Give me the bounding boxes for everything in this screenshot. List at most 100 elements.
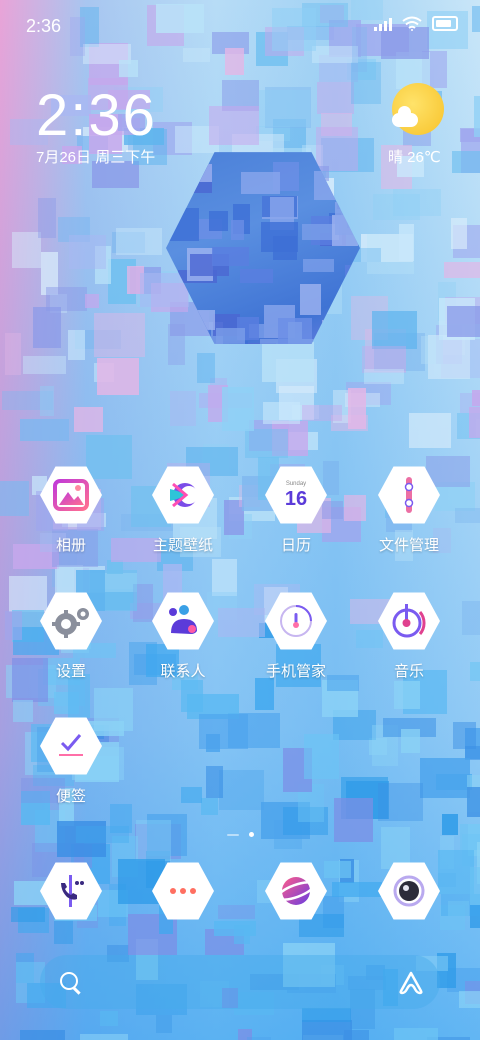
wallpaper-tile [33,307,61,348]
wallpaper-tile [119,60,138,77]
app-settings[interactable]: 设置 [16,590,126,681]
calendar-date: 16 [284,488,308,510]
app-label: 联系人 [160,663,206,680]
wallpaper-tile [234,925,250,944]
hexagon-tile [261,222,298,252]
security-icon [265,592,327,650]
wallpaper-tile [85,294,99,308]
wallpaper-tile [372,311,417,349]
notes-icon [40,717,102,775]
wallpaper-tile [40,386,54,416]
app-security[interactable]: 手机管家 [241,590,351,681]
app-notes[interactable]: 便签 [16,715,126,806]
wallpaper-tile [168,324,185,365]
wallpaper-tile [107,560,123,574]
app-label: 文件管理 [378,537,439,554]
wallpaper-tile [393,189,441,216]
wifi-icon [402,16,422,31]
app-label: 相册 [55,537,86,554]
wallpaper-tile [170,391,196,426]
wallpaper-tile [401,729,420,753]
app-calendar[interactable]: Sunday 16 日历 [241,464,351,555]
app-label: 主题壁纸 [152,537,213,554]
wallpaper-tile [12,232,41,268]
wallpaper-tile [219,770,264,810]
camera-icon [378,862,440,920]
wallpaper-tile [470,662,480,681]
dock-browser[interactable] [241,860,351,922]
contacts-icon [152,592,214,650]
app-label: 音乐 [393,663,424,680]
wallpaper-tile [201,798,218,815]
wallpaper-tile [100,1011,118,1026]
wallpaper-tile [399,224,414,261]
wallpaper-tile [20,419,69,441]
wallpaper-tile [317,82,354,114]
app-label: 手机管家 [265,663,326,680]
app-label: 日历 [280,537,311,554]
wallpaper-tile [181,787,202,803]
dock-phone[interactable] [16,860,126,922]
themes-icon [152,466,214,524]
page-dot-current [248,832,254,837]
wallpaper-tile [97,358,139,395]
wallpaper-tile [304,734,339,779]
wallpaper-tile [467,787,480,817]
wallpaper-tile [262,342,314,382]
hexagon-tile [303,259,334,272]
wallpaper-tile [20,1030,65,1040]
dock-camera[interactable] [354,860,464,922]
status-time: 2:36 [26,16,62,36]
wallpaper-tile [421,336,443,364]
wallpaper-tile [420,758,470,798]
wallpaper-tile [409,413,451,448]
search-icon[interactable] [60,972,78,990]
app-label: 设置 [55,663,86,680]
dock-messages[interactable] [128,860,238,922]
wallpaper-tile [302,1020,352,1040]
app-label: 便签 [55,788,86,805]
status-icons [374,16,458,31]
phone-icon [40,862,102,920]
weather-cloud-icon [392,106,418,127]
app-contacts[interactable]: 联系人 [128,590,238,681]
wallpaper-tile [38,198,56,238]
clock-date: 7月26日 周三下午 [36,149,156,166]
wallpaper-tile [116,228,162,255]
gallery-icon [40,466,102,524]
wallpaper-tile [5,333,21,375]
wallpaper-tile [470,867,480,905]
wallpaper-tile [94,313,145,357]
wallpaper-tile [472,390,480,406]
wallpaper-tile [255,678,274,710]
hexagon-tile [300,284,321,315]
wallpaper-tile [23,356,66,374]
wallpaper-tile [364,369,404,384]
wallpaper-tile [263,402,300,424]
wallpaper-tile [183,48,210,62]
wallpaper-tile [316,127,358,171]
file-manager-icon [378,466,440,524]
hexagon-tile [209,211,228,231]
wallpaper-tile [80,1034,128,1040]
wallpaper-tile [222,387,254,431]
wallpaper-tile [462,601,480,635]
wallpaper-tile [452,151,480,173]
app-music[interactable]: 音乐 [354,590,464,681]
wallpaper-tile [199,714,248,749]
wallpaper-tile [394,681,420,709]
hexagon-tile [212,247,249,266]
app-file-manager[interactable]: 文件管理 [354,464,464,555]
wallpaper-tile [302,405,342,421]
music-icon [378,592,440,650]
signal-icon [374,17,392,31]
wallpaper-tile [302,1008,351,1022]
wallpaper-tile [378,783,423,821]
search-bar[interactable] [40,955,440,1009]
wallpaper-tile [474,96,480,137]
clock-time[interactable]: 2:36 [36,82,157,149]
assistant-icon[interactable] [398,970,424,996]
app-themes[interactable]: 主题壁纸 [128,464,238,555]
settings-icon [40,592,102,650]
app-gallery[interactable]: 相册 [16,464,126,555]
